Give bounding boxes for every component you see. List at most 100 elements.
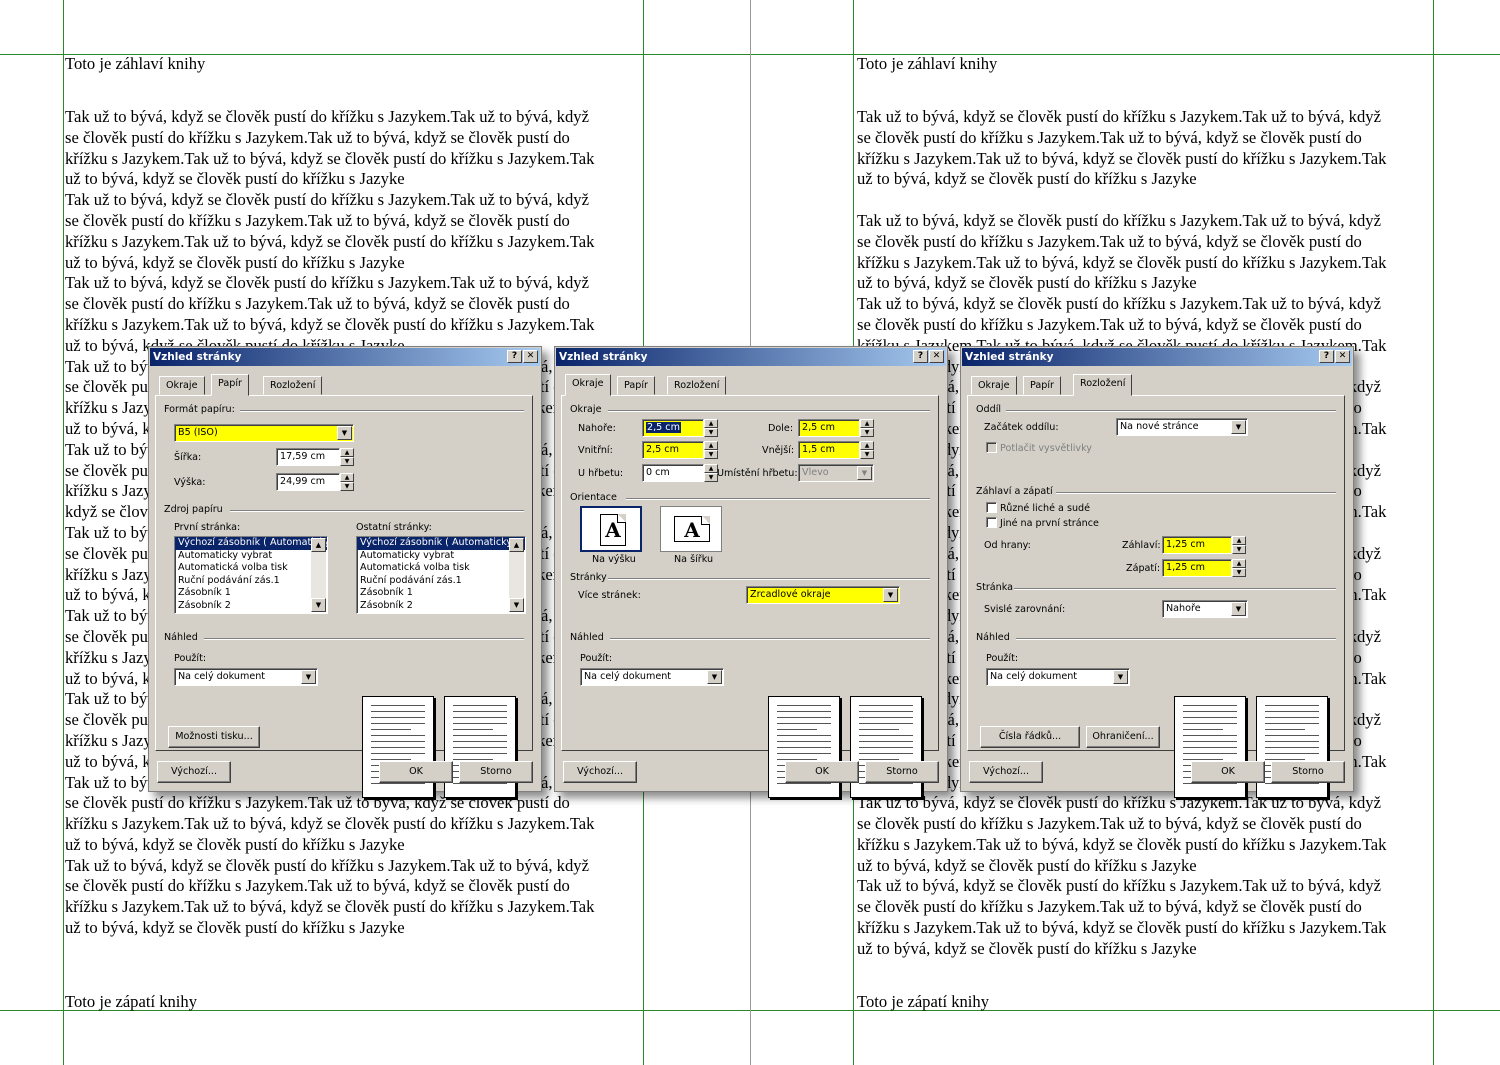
- tab-okraje[interactable]: Okraje: [565, 374, 611, 396]
- tab-rozlozeni[interactable]: Rozložení: [667, 376, 727, 395]
- arrow-down-icon[interactable]: ▼: [1232, 545, 1246, 554]
- arrow-up-icon[interactable]: ▲: [704, 464, 718, 473]
- default-button[interactable]: Výchozí...: [157, 761, 231, 783]
- ok-button[interactable]: OK: [785, 761, 859, 783]
- list-item[interactable]: Ruční podávání zás.1: [357, 575, 525, 588]
- top-margin-input[interactable]: 2,5 cm: [642, 419, 704, 437]
- header-distance-spinner[interactable]: ▲ ▼: [1232, 536, 1246, 554]
- tab-papir[interactable]: Papír: [617, 376, 655, 395]
- chevron-down-icon[interactable]: ▼: [1231, 602, 1246, 616]
- page-footer-text[interactable]: Toto je zápatí knihy: [857, 992, 989, 1013]
- cancel-button[interactable]: Storno: [459, 761, 533, 783]
- list-item[interactable]: Zásobník 2: [175, 600, 327, 613]
- top-margin-spinner[interactable]: ▲ ▼: [704, 419, 718, 437]
- gutter-input[interactable]: 0 cm: [642, 464, 704, 482]
- apply-to-select[interactable]: Na celý dokument ▼: [174, 668, 318, 686]
- suppress-endnotes-checkbox[interactable]: [986, 442, 997, 453]
- width-spinner[interactable]: ▲ ▼: [340, 448, 354, 466]
- inside-margin-input[interactable]: 2,5 cm: [642, 441, 704, 459]
- dialog-title-bar[interactable]: Vzhled stránky ? ✕: [962, 348, 1352, 366]
- body-paragraph[interactable]: Tak už to bývá, když se člověk pustí do …: [857, 107, 1437, 190]
- chevron-down-icon[interactable]: ▼: [337, 426, 352, 440]
- arrow-down-icon[interactable]: ▼: [704, 428, 718, 437]
- default-button[interactable]: Výchozí...: [969, 761, 1043, 783]
- tab-rozlozeni[interactable]: Rozložení: [263, 376, 323, 395]
- help-icon[interactable]: ?: [913, 350, 928, 363]
- chevron-down-icon[interactable]: ▼: [857, 466, 872, 480]
- gutter-spinner[interactable]: ▲ ▼: [704, 464, 718, 482]
- tab-rozlozeni[interactable]: Rozložení: [1073, 374, 1133, 396]
- body-paragraph[interactable]: Tak už to bývá, když se člověk pustí do …: [65, 856, 645, 939]
- arrow-up-icon[interactable]: ▲: [704, 419, 718, 428]
- page-header-text[interactable]: Toto je záhlaví knihy: [857, 54, 997, 75]
- arrow-up-icon[interactable]: ▲: [860, 441, 874, 450]
- first-page-tray-list[interactable]: Výchozí zásobník ( Automatický Automatick…: [174, 536, 328, 614]
- close-icon[interactable]: ✕: [1335, 350, 1350, 363]
- list-item[interactable]: Zásobník 2: [357, 600, 525, 613]
- tab-papir[interactable]: Papír: [1023, 376, 1061, 395]
- tab-okraje[interactable]: Okraje: [971, 376, 1017, 395]
- page-header-text[interactable]: Toto je záhlaví knihy: [65, 54, 205, 75]
- arrow-down-icon[interactable]: ▼: [311, 598, 326, 612]
- page-footer-text[interactable]: Toto je zápatí knihy: [65, 992, 197, 1013]
- arrow-up-icon[interactable]: ▲: [340, 473, 354, 482]
- other-pages-tray-list[interactable]: Výchozí zásobník ( Automaticky v Automati…: [356, 536, 526, 614]
- help-icon[interactable]: ?: [1319, 350, 1334, 363]
- odd-even-checkbox[interactable]: [986, 502, 997, 513]
- paper-size-select[interactable]: B5 (ISO) ▼: [174, 424, 354, 442]
- chevron-down-icon[interactable]: ▼: [1231, 420, 1246, 434]
- scrollbar[interactable]: ▲ ▼: [509, 538, 524, 612]
- arrow-up-icon[interactable]: ▲: [1232, 559, 1246, 568]
- dialog-title-bar[interactable]: Vzhled stránky ? ✕: [556, 348, 946, 366]
- footer-distance-spinner[interactable]: ▲ ▼: [1232, 559, 1246, 577]
- landscape-label[interactable]: Na šířku: [674, 554, 713, 565]
- dialog-title-bar[interactable]: Vzhled stránky ? ✕: [150, 348, 540, 366]
- borders-button[interactable]: Ohraničení...: [1086, 726, 1160, 748]
- portrait-label[interactable]: Na výšku: [592, 554, 636, 565]
- outside-margin-spinner[interactable]: ▲ ▼: [860, 441, 874, 459]
- tab-okraje[interactable]: Okraje: [159, 376, 205, 395]
- height-spinner[interactable]: ▲ ▼: [340, 473, 354, 491]
- arrow-down-icon[interactable]: ▼: [860, 428, 874, 437]
- width-input[interactable]: 17,59 cm: [276, 448, 340, 466]
- line-numbers-button[interactable]: Čísla řádků...: [980, 726, 1080, 748]
- arrow-down-icon[interactable]: ▼: [860, 450, 874, 459]
- apply-to-select[interactable]: Na celý dokument ▼: [580, 668, 724, 686]
- landscape-option[interactable]: A: [660, 506, 722, 552]
- chevron-down-icon[interactable]: ▼: [883, 588, 898, 602]
- list-item[interactable]: Ruční podávání zás.1: [175, 575, 327, 588]
- chevron-down-icon[interactable]: ▼: [707, 670, 722, 684]
- cancel-button[interactable]: Storno: [1271, 761, 1345, 783]
- arrow-down-icon[interactable]: ▼: [704, 450, 718, 459]
- body-paragraph[interactable]: Tak už to bývá, když se člověk pustí do …: [65, 190, 645, 273]
- arrow-down-icon[interactable]: ▼: [340, 457, 354, 466]
- bottom-margin-input[interactable]: 2,5 cm: [798, 419, 860, 437]
- arrow-up-icon[interactable]: ▲: [311, 538, 326, 552]
- arrow-down-icon[interactable]: ▼: [1232, 568, 1246, 577]
- footer-distance-input[interactable]: 1,25 cm: [1162, 559, 1232, 577]
- inside-margin-spinner[interactable]: ▲ ▼: [704, 441, 718, 459]
- first-page-different-checkbox[interactable]: [986, 517, 997, 528]
- arrow-up-icon[interactable]: ▲: [1232, 536, 1246, 545]
- arrow-up-icon[interactable]: ▲: [509, 538, 524, 552]
- apply-to-select[interactable]: Na celý dokument ▼: [986, 668, 1130, 686]
- body-paragraph[interactable]: Tak už to bývá, když se člověk pustí do …: [857, 793, 1437, 876]
- list-item[interactable]: Výchozí zásobník ( Automaticky v: [357, 537, 525, 550]
- cancel-button[interactable]: Storno: [865, 761, 939, 783]
- arrow-down-icon[interactable]: ▼: [340, 482, 354, 491]
- portrait-option[interactable]: A: [580, 506, 642, 552]
- section-start-select[interactable]: Na nové stránce ▼: [1116, 418, 1248, 436]
- outside-margin-input[interactable]: 1,5 cm: [798, 441, 860, 459]
- body-paragraph[interactable]: Tak už to bývá, když se člověk pustí do …: [65, 107, 645, 190]
- header-distance-input[interactable]: 1,25 cm: [1162, 536, 1232, 554]
- bottom-margin-spinner[interactable]: ▲ ▼: [860, 419, 874, 437]
- list-item[interactable]: Automaticky vybrat: [357, 550, 525, 563]
- chevron-down-icon[interactable]: ▼: [1113, 670, 1128, 684]
- arrow-up-icon[interactable]: ▲: [340, 448, 354, 457]
- list-item[interactable]: Automaticky vybrat: [175, 550, 327, 563]
- print-options-button[interactable]: Možnosti tisku...: [168, 726, 260, 748]
- list-item[interactable]: Zásobník 1: [175, 587, 327, 600]
- list-item[interactable]: Zásobník 1: [357, 587, 525, 600]
- list-item[interactable]: Výchozí zásobník ( Automatický: [175, 537, 327, 550]
- help-icon[interactable]: ?: [507, 350, 522, 363]
